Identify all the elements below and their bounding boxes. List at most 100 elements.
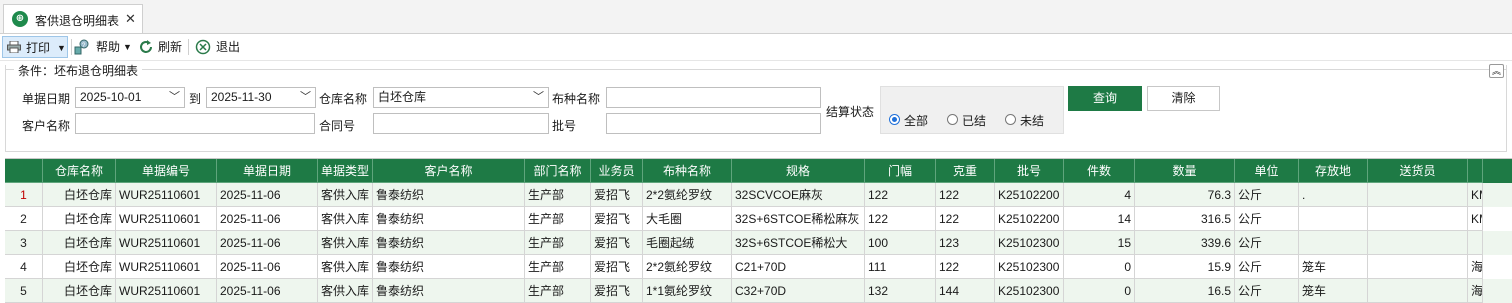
cell-storage[interactable] [1299,231,1368,255]
fabric-input[interactable] [606,87,821,108]
cell-department[interactable]: 生产部 [525,183,591,207]
cell-doc-code[interactable]: WUR25110601 [116,231,217,255]
cell-salesperson[interactable]: 爱招飞 [591,231,643,255]
cell-extra[interactable]: KM [1468,183,1483,207]
header-weight[interactable]: 克重 [936,159,995,183]
header-doc-type[interactable]: 单据类型 [318,159,373,183]
table-row[interactable]: 5 白坯仓库 WUR25110601 2025-11-06 客供入库 鲁泰纺织 生产部 爱招飞… [5,279,1512,303]
cell-warehouse[interactable]: 白坯仓库 [43,255,116,279]
cell-width[interactable]: 122 [865,183,936,207]
table-row[interactable]: 1 白坯仓库 WUR25110601 2025-11-06 客供入库 鲁泰纺织 生产部 爱招飞… [5,183,1512,207]
cell-customer[interactable]: 鲁泰纺织 [373,255,525,279]
cell-doc-type[interactable]: 客供入库 [318,183,373,207]
cell-extra[interactable] [1468,231,1483,255]
exit-button[interactable]: 退出 [195,36,245,58]
cell-doc-date[interactable]: 2025-11-06 [217,183,318,207]
chevron-down-icon[interactable]: ﹀ [533,88,544,107]
cell-warehouse[interactable]: 白坯仓库 [43,279,116,303]
collapse-icon[interactable]: ︽ [1489,64,1504,78]
chevron-down-icon[interactable]: ▼ [57,37,66,59]
batch-input[interactable] [606,113,821,134]
cell-pieces[interactable]: 0 [1064,279,1135,303]
row-number[interactable]: 3 [5,231,43,255]
tab-customer-return-detail[interactable]: ⊕ 客供退仓明细表 ✕ [3,4,143,33]
cell-extra[interactable]: 海阳 [1468,279,1483,303]
cell-spec[interactable]: 32SCVCOE麻灰 [732,183,865,207]
cell-storage[interactable]: . [1299,183,1368,207]
table-row[interactable]: 4 白坯仓库 WUR25110601 2025-11-06 客供入库 鲁泰纺织 生产部 爱招飞… [5,255,1512,279]
cell-batch[interactable]: K25102300 [995,231,1064,255]
cell-extra[interactable]: KM [1468,207,1483,231]
cell-unit[interactable]: 公斤 [1235,183,1299,207]
cell-weight[interactable]: 122 [936,207,995,231]
cell-pieces[interactable]: 14 [1064,207,1135,231]
cell-batch[interactable]: K25102200 [995,183,1064,207]
radio-dot[interactable] [1005,114,1016,125]
cell-fabric[interactable]: 毛圈起绒 [643,231,732,255]
header-warehouse[interactable]: 仓库名称 [43,159,116,183]
cell-deliverer[interactable] [1368,255,1468,279]
cell-weight[interactable]: 122 [936,255,995,279]
close-icon[interactable]: ✕ [125,11,136,27]
cell-batch[interactable]: K25102300 [995,279,1064,303]
cell-salesperson[interactable]: 爱招飞 [591,183,643,207]
cell-doc-code[interactable]: WUR25110601 [116,255,217,279]
cell-warehouse[interactable]: 白坯仓库 [43,231,116,255]
cell-storage[interactable]: 笼车 [1299,279,1368,303]
cell-department[interactable]: 生产部 [525,279,591,303]
cell-width[interactable]: 132 [865,279,936,303]
header-department[interactable]: 部门名称 [525,159,591,183]
warehouse-select[interactable]: 白坯仓库 ﹀ [373,87,549,108]
cell-deliverer[interactable] [1368,279,1468,303]
contract-input[interactable] [373,113,549,134]
cell-spec[interactable]: 32S+6STCOE稀松麻灰 [732,207,865,231]
cell-extra[interactable]: 海阳 [1468,255,1483,279]
customer-input[interactable] [75,113,315,134]
cell-batch[interactable]: K25102200 [995,207,1064,231]
cell-weight[interactable]: 122 [936,183,995,207]
date-to-field[interactable]: 2025-11-30 ﹀ [206,87,316,108]
chevron-down-icon[interactable]: ▼ [123,36,132,58]
cell-fabric[interactable]: 大毛圈 [643,207,732,231]
table-row[interactable]: 3 白坯仓库 WUR25110601 2025-11-06 客供入库 鲁泰纺织 生产部 爱招飞… [5,231,1512,255]
cell-quantity[interactable]: 339.6 [1135,231,1235,255]
cell-doc-date[interactable]: 2025-11-06 [217,207,318,231]
header-pieces[interactable]: 件数 [1064,159,1135,183]
cell-fabric[interactable]: 1*1氨纶罗纹 [643,279,732,303]
cell-doc-type[interactable]: 客供入库 [318,279,373,303]
row-number[interactable]: 1 [5,183,43,207]
header-batch[interactable]: 批号 [995,159,1064,183]
cell-quantity[interactable]: 15.9 [1135,255,1235,279]
cell-fabric[interactable]: 2*2氨纶罗纹 [643,255,732,279]
header-spec[interactable]: 规格 [732,159,865,183]
cell-department[interactable]: 生产部 [525,231,591,255]
header-extra[interactable] [1468,159,1483,183]
cell-deliverer[interactable] [1368,231,1468,255]
row-number[interactable]: 2 [5,207,43,231]
header-doc-date[interactable]: 单据日期 [217,159,318,183]
cell-salesperson[interactable]: 爱招飞 [591,279,643,303]
row-number[interactable]: 5 [5,279,43,303]
cell-doc-date[interactable]: 2025-11-06 [217,231,318,255]
cell-customer[interactable]: 鲁泰纺织 [373,231,525,255]
cell-customer[interactable]: 鲁泰纺织 [373,183,525,207]
radio-dot[interactable] [889,114,900,125]
query-button[interactable]: 查询 [1068,86,1142,111]
header-width[interactable]: 门幅 [865,159,936,183]
cell-storage[interactable] [1299,207,1368,231]
cell-doc-code[interactable]: WUR25110601 [116,183,217,207]
cell-warehouse[interactable]: 白坯仓库 [43,183,116,207]
cell-weight[interactable]: 123 [936,231,995,255]
cell-quantity[interactable]: 316.5 [1135,207,1235,231]
header-fabric[interactable]: 布种名称 [643,159,732,183]
cell-doc-code[interactable]: WUR25110601 [116,207,217,231]
cell-customer[interactable]: 鲁泰纺织 [373,207,525,231]
cell-spec[interactable]: 32S+6STCOE稀松大 [732,231,865,255]
cell-doc-code[interactable]: WUR25110601 [116,279,217,303]
date-from-field[interactable]: 2025-10-01 ﹀ [75,87,185,108]
cell-width[interactable]: 122 [865,207,936,231]
cell-doc-date[interactable]: 2025-11-06 [217,255,318,279]
header-unit[interactable]: 单位 [1235,159,1299,183]
cell-spec[interactable]: C32+70D [732,279,865,303]
cell-warehouse[interactable]: 白坯仓库 [43,207,116,231]
